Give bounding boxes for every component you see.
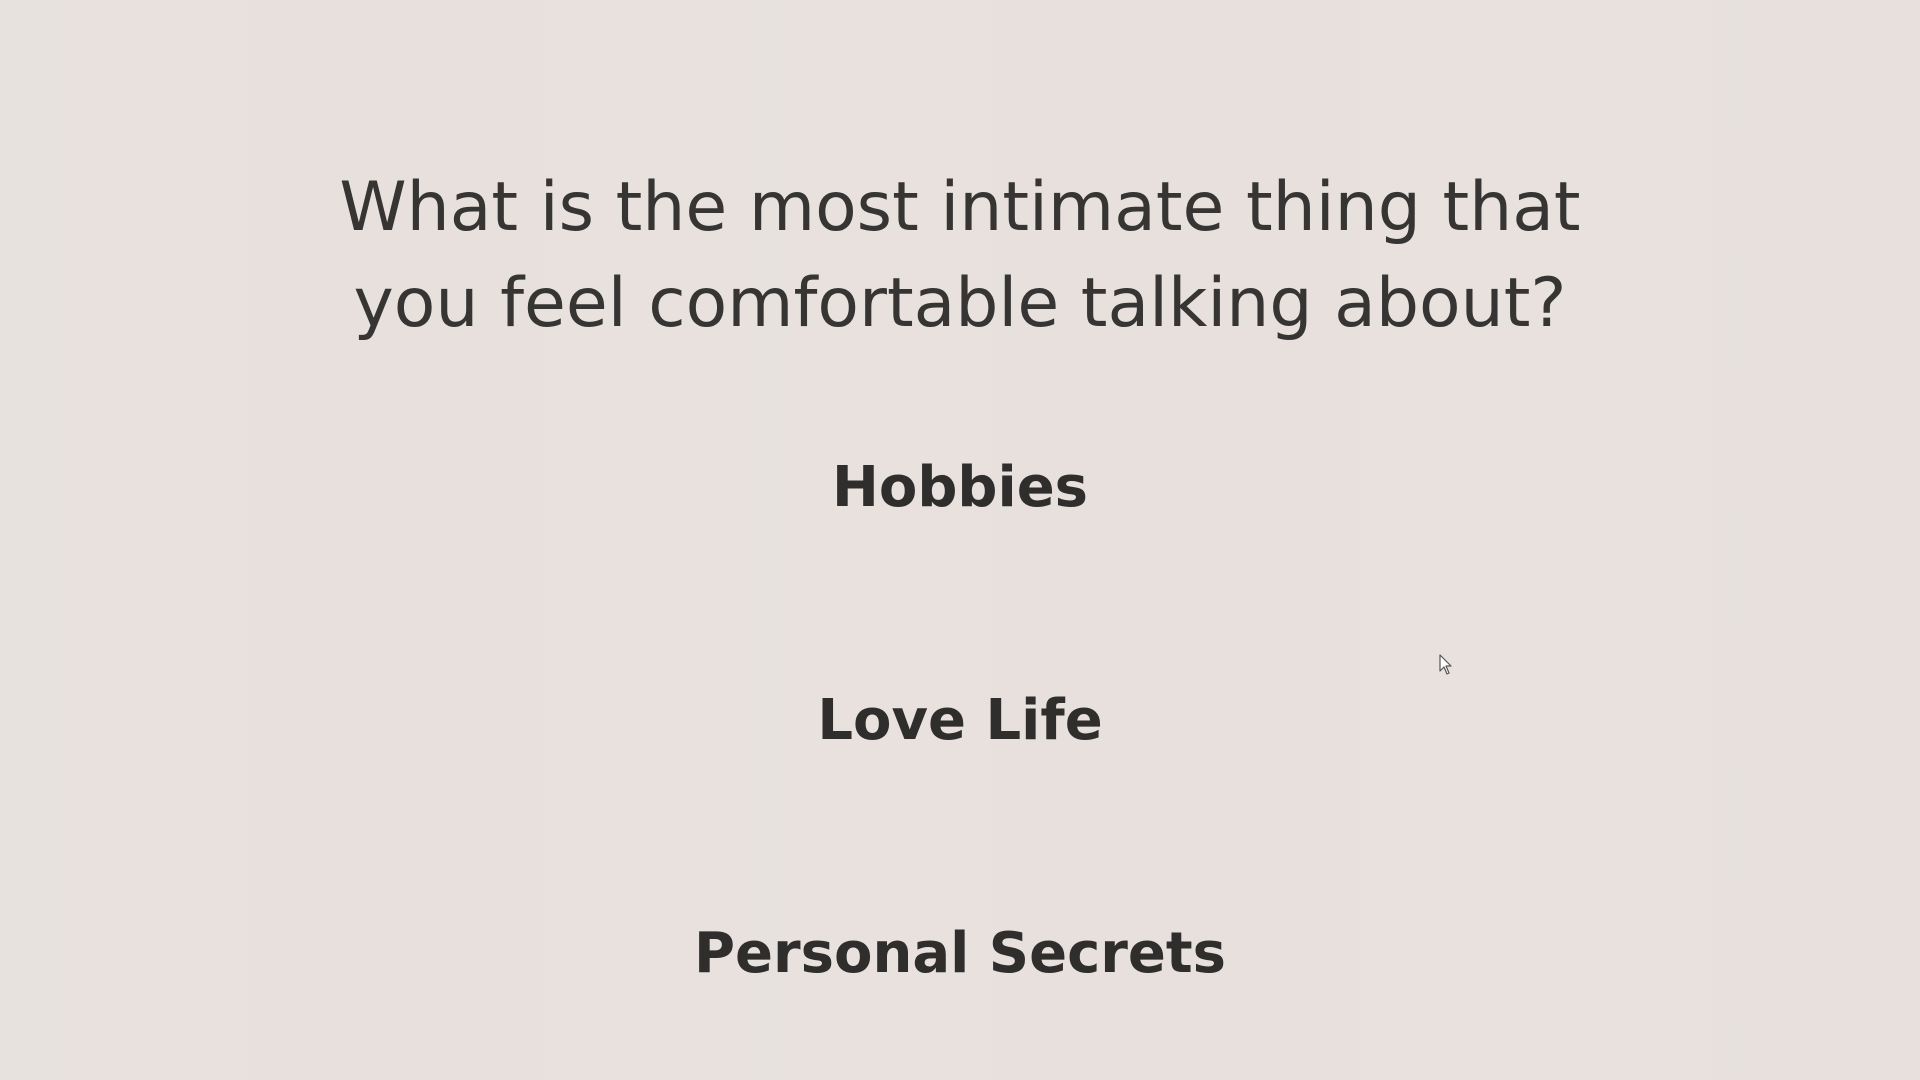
- option-label: Love Life: [817, 687, 1103, 753]
- option-love-life[interactable]: Love Life: [560, 670, 1360, 770]
- quiz-screen: What is the most intimate thing that you…: [0, 0, 1920, 1080]
- option-personal-secrets[interactable]: Personal Secrets: [560, 903, 1360, 1003]
- option-label: Hobbies: [831, 454, 1089, 520]
- option-label: Personal Secrets: [694, 920, 1226, 986]
- option-hobbies[interactable]: Hobbies: [560, 437, 1360, 537]
- answer-options: Hobbies Love Life Personal Secrets: [0, 0, 1920, 1080]
- mouse-pointer-icon: [1439, 654, 1452, 675]
